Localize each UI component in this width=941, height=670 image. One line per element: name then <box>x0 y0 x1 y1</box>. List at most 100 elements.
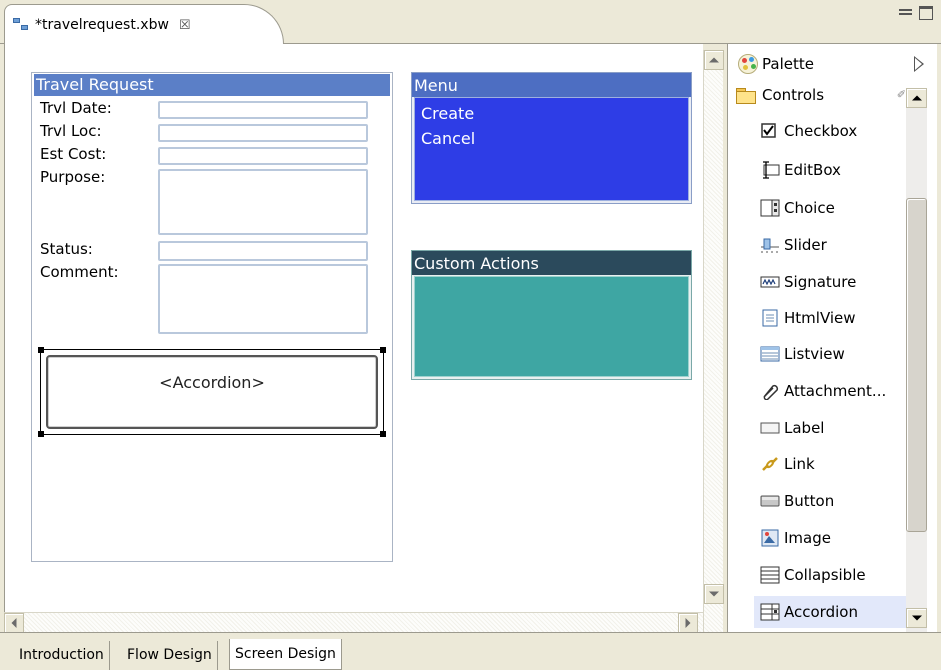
scroll-down-button[interactable] <box>704 584 724 604</box>
tab-flow-design[interactable]: Flow Design <box>122 641 218 670</box>
est-cost-label: Est Cost: <box>40 145 107 163</box>
collapsible-icon <box>760 566 780 584</box>
page-tab-bar: Introduction Flow Design Screen Design <box>0 632 941 670</box>
palette-item-label: Choice <box>784 199 835 217</box>
scroll-left-button[interactable] <box>4 613 24 633</box>
palette-item-label: Accordion <box>784 603 858 621</box>
accordion-icon <box>760 603 780 621</box>
palette-item-link[interactable]: Link <box>754 448 910 480</box>
minimize-icon[interactable] <box>899 6 913 20</box>
palette-item-label: Link <box>784 455 815 473</box>
custom-actions-panel[interactable]: Custom Actions <box>411 250 692 380</box>
palette-item-accordion[interactable]: Accordion <box>754 596 910 628</box>
collapse-palette-icon[interactable] <box>914 56 924 72</box>
palette-scroll-down-button[interactable] <box>906 608 927 628</box>
est-cost-field[interactable] <box>158 147 368 165</box>
palette-item-label: Checkbox <box>784 122 858 140</box>
resize-handle-ne[interactable] <box>380 347 386 353</box>
htmlview-icon <box>760 309 780 327</box>
checkbox-icon <box>760 122 780 140</box>
editor-tab-travelrequest[interactable]: *travelrequest.xbw ☒ <box>4 4 284 45</box>
palette-item-checkbox[interactable]: Checkbox <box>754 115 910 147</box>
palette-item-editbox[interactable]: EditBox <box>754 154 910 186</box>
editbox-icon <box>760 161 780 179</box>
controls-drawer[interactable]: Controls ✐ <box>736 84 908 106</box>
trvl-loc-field[interactable] <box>158 124 368 142</box>
scroll-up-button[interactable] <box>704 50 724 70</box>
palette-item-label-control[interactable]: Label <box>754 412 910 444</box>
palette-scroll-up-button[interactable] <box>906 88 927 108</box>
trvl-loc-label: Trvl Loc: <box>40 122 102 140</box>
xbw-file-icon <box>13 18 29 32</box>
palette-item-attachment[interactable]: Attachment... <box>754 375 910 407</box>
menu-header: Menu <box>412 73 691 97</box>
scroll-right-button[interactable] <box>678 613 698 633</box>
palette-item-label: Signature <box>784 273 857 291</box>
palette-item-button[interactable]: Button <box>754 485 910 517</box>
palette-item-image[interactable]: Image <box>754 522 910 554</box>
status-field[interactable] <box>158 241 368 261</box>
palette-item-collapsible[interactable]: Collapsible <box>754 559 910 591</box>
comment-label: Comment: <box>40 263 119 281</box>
pin-icon[interactable]: ✐ <box>897 88 906 101</box>
editor-tab-title: *travelrequest.xbw <box>35 17 169 33</box>
label-icon <box>760 419 780 437</box>
paperclip-icon <box>760 382 780 401</box>
palette-item-label: Slider <box>784 236 827 254</box>
arrow-down-icon <box>709 591 719 602</box>
accordion-placeholder: <Accordion> <box>46 355 378 429</box>
signature-icon <box>760 273 780 291</box>
palette-item-label: Image <box>784 529 831 547</box>
choice-icon <box>760 199 780 217</box>
canvas-horizontal-scrollbar[interactable] <box>4 612 703 633</box>
accordion-control[interactable]: <Accordion> <box>38 347 386 437</box>
palette-item-label: Attachment... <box>784 382 887 400</box>
status-label: Status: <box>40 240 93 258</box>
arrow-right-icon <box>685 618 696 628</box>
maximize-icon[interactable] <box>919 6 933 20</box>
custom-actions-header: Custom Actions <box>412 251 691 275</box>
comment-field[interactable] <box>158 264 368 334</box>
palette-title: Palette <box>762 55 814 73</box>
menu-panel[interactable]: Menu Create Cancel <box>411 72 692 204</box>
tab-screen-design[interactable]: Screen Design <box>229 639 342 670</box>
palette-header[interactable]: Palette <box>728 44 938 84</box>
palette-item-label: Collapsible <box>784 566 866 584</box>
palette-icon <box>738 54 758 74</box>
form-header: Travel Request <box>34 74 390 96</box>
arrow-left-icon <box>7 618 17 628</box>
tab-introduction[interactable]: Introduction <box>14 641 110 670</box>
canvas-vertical-scrollbar[interactable] <box>703 50 724 632</box>
menu-item-create[interactable]: Create <box>421 101 682 126</box>
close-icon[interactable]: ☒ <box>179 18 191 33</box>
resize-handle-se[interactable] <box>380 431 386 437</box>
palette-item-label: HtmlView <box>784 309 856 327</box>
editor-tab-bar: *travelrequest.xbw ☒ <box>0 0 941 45</box>
trvl-date-label: Trvl Date: <box>40 99 112 117</box>
palette-item-slider[interactable]: Slider <box>754 229 910 261</box>
palette-item-label: Listview <box>784 345 845 363</box>
palette-item-htmlview[interactable]: HtmlView <box>754 302 910 334</box>
purpose-label: Purpose: <box>40 168 106 186</box>
drawer-title: Controls <box>762 85 825 104</box>
trvl-date-field[interactable] <box>158 101 368 119</box>
palette-item-label: Label <box>784 419 825 437</box>
palette-scroll-thumb[interactable] <box>906 198 927 532</box>
travel-request-form[interactable]: Travel Request Trvl Date: Trvl Loc: Est … <box>31 72 393 562</box>
arrow-down-icon <box>911 615 922 626</box>
listview-icon <box>760 345 780 363</box>
resize-handle-nw[interactable] <box>38 347 44 353</box>
arrow-up-icon <box>911 91 922 101</box>
palette-item-choice[interactable]: Choice <box>754 192 910 224</box>
palette-scrollbar[interactable] <box>906 88 927 632</box>
resize-handle-sw[interactable] <box>38 431 44 437</box>
palette-item-signature[interactable]: Signature <box>754 266 910 298</box>
menu-item-cancel[interactable]: Cancel <box>421 126 682 151</box>
palette-item-label: EditBox <box>784 161 841 179</box>
purpose-field[interactable] <box>158 169 368 235</box>
palette-item-listview[interactable]: Listview <box>754 338 910 370</box>
menu-body: Create Cancel <box>414 97 689 201</box>
link-icon <box>760 455 780 473</box>
design-canvas[interactable]: Travel Request Trvl Date: Trvl Loc: Est … <box>4 44 703 612</box>
image-icon <box>760 529 780 547</box>
